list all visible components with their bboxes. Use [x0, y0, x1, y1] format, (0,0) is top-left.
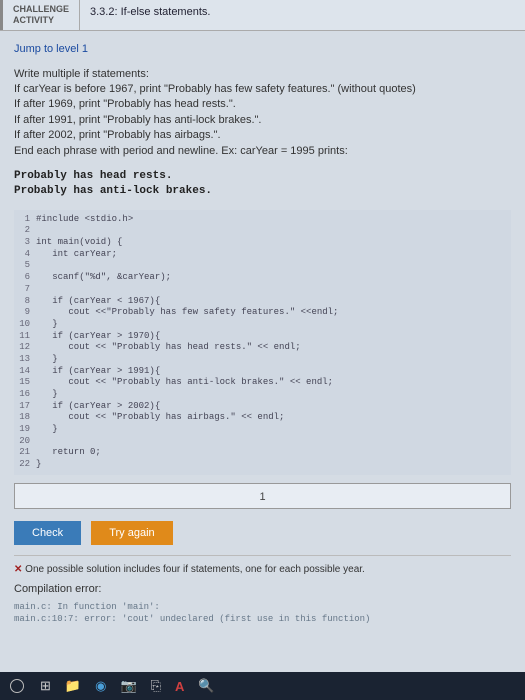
- activity-header: CHALLENGE ACTIVITY 3.3.2: If-else statem…: [0, 0, 525, 31]
- code-line: 9 cout <<"Probably has few safety featur…: [14, 307, 511, 319]
- taskbar: ⊞ 📁 ◉ 📷 ⎘ A 🔍: [0, 672, 525, 700]
- code-line: 10 }: [14, 319, 511, 331]
- code-line: 12 cout << "Probably has head rests." <<…: [14, 342, 511, 354]
- prompt-line: If after 2002, print "Probably has airba…: [14, 128, 511, 143]
- prompt-text: Write multiple if statements: If carYear…: [14, 67, 511, 159]
- chrome-icon[interactable]: ◉: [95, 678, 106, 694]
- code-line: 20: [14, 436, 511, 448]
- button-row: Check Try again: [14, 521, 511, 545]
- code-line: 4 int carYear;: [14, 249, 511, 261]
- prompt-line: If carYear is before 1967, print "Probab…: [14, 82, 511, 97]
- feedback-panel: ✕ One possible solution includes four if…: [14, 555, 511, 626]
- activity-title: 3.3.2: If-else statements.: [80, 0, 220, 30]
- error-x-icon: ✕: [14, 564, 25, 575]
- code-line: 11 if (carYear > 1970){: [14, 331, 511, 343]
- expected-output: Probably has head rests. Probably has an…: [14, 169, 511, 200]
- code-line: 21 return 0;: [14, 447, 511, 459]
- label-bottom: ACTIVITY: [13, 15, 69, 26]
- code-line: 15 cout << "Probably has anti-lock brake…: [14, 377, 511, 389]
- check-button[interactable]: Check: [14, 521, 81, 545]
- code-line: 8 if (carYear < 1967){: [14, 296, 511, 308]
- error-line: main.c:10:7: error: 'cout' undeclared (f…: [14, 613, 511, 626]
- prompt-line: Write multiple if statements:: [14, 67, 511, 82]
- activity-label: CHALLENGE ACTIVITY: [0, 0, 80, 30]
- error-line: main.c: In function 'main':: [14, 601, 511, 614]
- prompt-line: End each phrase with period and newline.…: [14, 144, 511, 159]
- code-line: 19 }: [14, 424, 511, 436]
- code-line: 5: [14, 260, 511, 272]
- code-line: 1#include <stdio.h>: [14, 214, 511, 226]
- code-line: 2: [14, 225, 511, 237]
- search-icon[interactable]: 🔍: [198, 678, 214, 694]
- code-line: 7: [14, 284, 511, 296]
- cortana-icon[interactable]: [8, 677, 26, 695]
- code-line: 13 }: [14, 354, 511, 366]
- code-line: 17 if (carYear > 2002){: [14, 401, 511, 413]
- feedback-line: ✕ One possible solution includes four if…: [14, 564, 511, 575]
- feedback-text: One possible solution includes four if s…: [25, 564, 365, 575]
- code-line: 3int main(void) {: [14, 237, 511, 249]
- code-line: 16 }: [14, 389, 511, 401]
- label-top: CHALLENGE: [13, 4, 69, 15]
- compilation-error-title: Compilation error:: [14, 583, 511, 595]
- output-line: Probably has head rests.: [14, 169, 511, 184]
- compile-error-output: main.c: In function 'main': main.c:10:7:…: [14, 601, 511, 626]
- code-line: 22}: [14, 459, 511, 471]
- code-line: 6 scanf("%d", &carYear);: [14, 272, 511, 284]
- file-explorer-icon[interactable]: 📁: [65, 678, 81, 694]
- camera-icon[interactable]: 📷: [120, 678, 136, 694]
- content-area: Jump to level 1 Write multiple if statem…: [0, 31, 525, 638]
- answer-input[interactable]: 1: [14, 483, 511, 509]
- task-view-icon[interactable]: ⊞: [40, 678, 51, 694]
- prompt-line: If after 1991, print "Probably has anti-…: [14, 113, 511, 128]
- output-line: Probably has anti-lock brakes.: [14, 184, 511, 199]
- code-line: 14 if (carYear > 1991){: [14, 366, 511, 378]
- try-again-button[interactable]: Try again: [91, 521, 172, 545]
- jump-to-level-link[interactable]: Jump to level 1: [14, 43, 511, 55]
- code-editor[interactable]: 1#include <stdio.h>23int main(void) {4 i…: [14, 210, 511, 475]
- code-line: 18 cout << "Probably has airbags." << en…: [14, 412, 511, 424]
- letter-a-icon[interactable]: A: [175, 679, 184, 694]
- copy-icon[interactable]: ⎘: [151, 678, 161, 694]
- prompt-line: If after 1969, print "Probably has head …: [14, 97, 511, 112]
